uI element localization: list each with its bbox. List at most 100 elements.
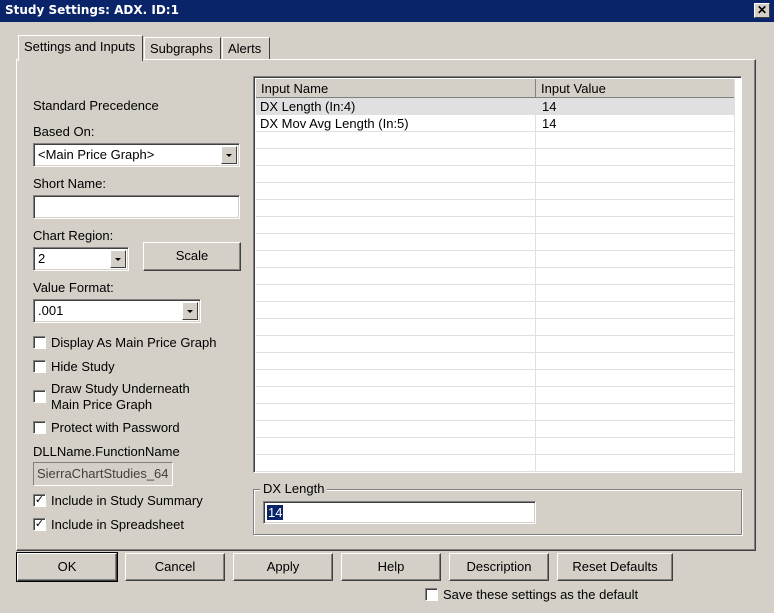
inputs-grid[interactable]: Input Name Input Value DX Length (In:4) … bbox=[253, 76, 742, 473]
checkbox-label: Display As Main Price Graph bbox=[51, 335, 217, 350]
table-row[interactable] bbox=[256, 455, 736, 472]
display-as-main-price-graph-checkbox[interactable]: Display As Main Price Graph bbox=[33, 335, 243, 351]
draw-study-underneath-checkbox[interactable]: Draw Study Underneath Main Price Graph bbox=[33, 381, 243, 413]
protect-with-password-checkbox[interactable]: Protect with Password bbox=[33, 420, 243, 436]
table-row[interactable] bbox=[256, 166, 736, 183]
chevron-down-icon[interactable] bbox=[221, 146, 237, 164]
table-row[interactable] bbox=[256, 336, 736, 353]
check-icon: ✓ bbox=[34, 494, 45, 506]
checkbox-box[interactable] bbox=[33, 336, 46, 349]
table-row[interactable] bbox=[256, 149, 736, 166]
table-row[interactable] bbox=[256, 319, 736, 336]
ok-button-label: OK bbox=[57, 559, 77, 574]
table-row[interactable] bbox=[256, 302, 736, 319]
table-row[interactable]: DX Mov Avg Length (In:5) 14 bbox=[256, 115, 736, 132]
chart-region-value: 2 bbox=[38, 251, 46, 266]
hide-study-checkbox[interactable]: Hide Study bbox=[33, 359, 243, 375]
chart-region-label: Chart Region: bbox=[33, 228, 114, 243]
close-icon: ✕ bbox=[756, 3, 768, 17]
selected-input-value: 14 bbox=[267, 505, 284, 520]
checkbox-box[interactable] bbox=[33, 360, 46, 373]
checkbox-box[interactable]: ✓ bbox=[33, 494, 46, 507]
table-row[interactable] bbox=[256, 132, 736, 149]
save-as-default-checkbox[interactable]: Save these settings as the default bbox=[425, 587, 685, 603]
table-row[interactable] bbox=[256, 438, 736, 455]
checkbox-box[interactable] bbox=[33, 421, 46, 434]
reset-defaults-button-label: Reset Defaults bbox=[572, 559, 658, 574]
input-name-cell: DX Length (In:4) bbox=[260, 99, 356, 114]
description-button-label: Description bbox=[466, 559, 532, 574]
window-title: Study Settings: ADX. ID:1 bbox=[5, 3, 179, 17]
chart-region-select[interactable]: 2 bbox=[33, 247, 129, 271]
include-in-study-summary-checkbox[interactable]: ✓ Include in Study Summary bbox=[33, 493, 243, 509]
table-row[interactable] bbox=[256, 387, 736, 404]
table-row[interactable] bbox=[256, 234, 736, 251]
standard-precedence-label: Standard Precedence bbox=[33, 98, 159, 113]
checkbox-label: Hide Study bbox=[51, 359, 115, 374]
input-value-cell[interactable]: 14 bbox=[542, 116, 556, 131]
checkbox-label-line2: Main Price Graph bbox=[51, 397, 153, 412]
ok-button[interactable]: OK bbox=[16, 552, 118, 582]
checkbox-box[interactable] bbox=[33, 390, 46, 403]
cancel-button-label: Cancel bbox=[154, 559, 196, 574]
table-row[interactable] bbox=[256, 200, 736, 217]
selected-input-value-field[interactable]: 14 bbox=[263, 501, 536, 524]
tab-subgraphs[interactable]: Subgraphs bbox=[144, 37, 221, 59]
dll-name-field: SierraChartStudies_64 bbox=[33, 462, 173, 486]
checkbox-box[interactable] bbox=[425, 588, 438, 601]
tab-label: Alerts bbox=[228, 41, 262, 56]
column-header-input-value[interactable]: Input Value bbox=[536, 79, 736, 98]
chevron-down-icon[interactable] bbox=[110, 250, 126, 268]
tab-alerts[interactable]: Alerts bbox=[222, 37, 270, 59]
table-row[interactable] bbox=[256, 285, 736, 302]
check-icon: ✓ bbox=[34, 518, 45, 530]
table-row[interactable] bbox=[256, 353, 736, 370]
tab-label: Subgraphs bbox=[150, 41, 213, 56]
checkbox-label: Include in Study Summary bbox=[51, 493, 203, 508]
short-name-label: Short Name: bbox=[33, 176, 106, 191]
selected-input-label: DX Length bbox=[260, 481, 328, 496]
tab-label: Settings and Inputs bbox=[24, 39, 136, 54]
table-row[interactable] bbox=[256, 217, 736, 234]
table-row[interactable] bbox=[256, 404, 736, 421]
input-name-cell: DX Mov Avg Length (In:5) bbox=[260, 116, 409, 131]
reset-defaults-button[interactable]: Reset Defaults bbox=[557, 553, 673, 581]
description-button[interactable]: Description bbox=[449, 553, 549, 581]
column-header-label: Input Value bbox=[541, 81, 606, 96]
based-on-select[interactable]: <Main Price Graph> bbox=[33, 143, 240, 167]
value-format-select[interactable]: .001 bbox=[33, 299, 201, 323]
close-button[interactable]: ✕ bbox=[754, 3, 770, 18]
table-row[interactable] bbox=[256, 251, 736, 268]
tab-settings-and-inputs[interactable]: Settings and Inputs bbox=[18, 35, 143, 61]
apply-button-label: Apply bbox=[266, 559, 300, 574]
scale-button[interactable]: Scale bbox=[143, 242, 241, 271]
checkbox-label: Protect with Password bbox=[51, 420, 180, 435]
table-row[interactable] bbox=[256, 370, 736, 387]
value-format-value: .001 bbox=[38, 303, 64, 318]
dll-name-value: SierraChartStudies_64 bbox=[37, 466, 169, 481]
input-value-cell[interactable]: 14 bbox=[542, 99, 556, 114]
checkbox-label: Draw Study Underneath bbox=[51, 381, 190, 396]
table-row[interactable]: DX Length (In:4) 14 bbox=[256, 98, 736, 115]
include-in-spreadsheet-checkbox[interactable]: ✓ Include in Spreadsheet bbox=[33, 517, 243, 533]
apply-button[interactable]: Apply bbox=[233, 553, 333, 581]
table-row[interactable] bbox=[256, 268, 736, 285]
title-bar[interactable]: Study Settings: ADX. ID:1 ✕ bbox=[0, 0, 774, 22]
help-button[interactable]: Help bbox=[341, 553, 441, 581]
checkbox-label: Include in Spreadsheet bbox=[51, 517, 184, 532]
short-name-input[interactable] bbox=[33, 195, 240, 219]
checkbox-label: Save these settings as the default bbox=[443, 587, 639, 602]
column-header-label: Input Name bbox=[261, 81, 329, 96]
cancel-button[interactable]: Cancel bbox=[125, 553, 225, 581]
column-header-input-name[interactable]: Input Name bbox=[256, 79, 536, 98]
table-row[interactable] bbox=[256, 183, 736, 200]
value-format-label: Value Format: bbox=[33, 280, 114, 295]
grid-scrollbar[interactable] bbox=[734, 79, 739, 472]
scale-button-label: Scale bbox=[175, 248, 209, 263]
chevron-down-icon[interactable] bbox=[182, 302, 198, 320]
table-row[interactable] bbox=[256, 421, 736, 438]
based-on-value: <Main Price Graph> bbox=[38, 147, 155, 162]
help-button-label: Help bbox=[377, 559, 405, 574]
checkbox-box[interactable]: ✓ bbox=[33, 518, 46, 531]
based-on-label: Based On: bbox=[33, 124, 95, 139]
